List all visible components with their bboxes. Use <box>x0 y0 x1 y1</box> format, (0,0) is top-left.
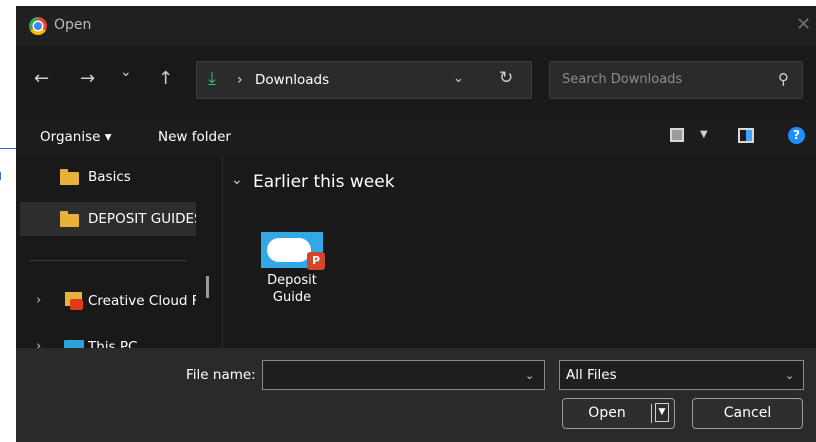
recent-locations-chevron-icon[interactable]: ⌄ <box>120 64 132 80</box>
close-icon[interactable]: ✕ <box>796 14 811 35</box>
sidebar-item-label: Basics <box>88 169 131 185</box>
collapse-group-chevron-icon[interactable]: ⌄ <box>231 172 243 188</box>
breadcrumb-downloads[interactable]: Downloads <box>255 72 329 88</box>
open-button-label: Open <box>588 405 626 421</box>
refresh-icon[interactable]: ↻ <box>499 68 513 88</box>
file-name-input[interactable]: ⌄ <box>262 360 545 390</box>
window-title: Open <box>54 17 92 33</box>
file-list-pane: ⌄ Earlier this week P Deposit Guide <box>222 156 816 348</box>
background-window-edge <box>0 148 16 149</box>
sidebar-divider <box>30 260 186 261</box>
open-button[interactable]: Open ▼ <box>562 398 675 429</box>
folder-icon <box>60 169 79 185</box>
download-icon: ⤓ <box>208 68 216 89</box>
organise-button[interactable]: Organise ▾ <box>40 129 112 145</box>
creative-cloud-folder-icon <box>65 292 83 310</box>
navigation-bar: ← → ⌄ ↑ ⤓ › Downloads ⌄ ↻ Search Downloa… <box>16 46 816 118</box>
file-type-chevron-icon[interactable]: ⌄ <box>785 369 794 382</box>
file-item-deposit-guide[interactable]: P Deposit Guide <box>247 226 337 316</box>
sidebar-scrollbar[interactable] <box>206 276 209 298</box>
navigation-pane: Basics DEPOSIT GUIDES › Creative Cloud F… <box>16 156 222 355</box>
sidebar-item-label: Creative Cloud Files <box>88 293 196 309</box>
address-dropdown-chevron-icon[interactable]: ⌄ <box>453 71 464 86</box>
search-placeholder: Search Downloads <box>562 72 683 87</box>
sidebar-item-basics[interactable]: Basics <box>20 160 196 194</box>
command-bar: Organise ▾ New folder ▼ ? <box>16 118 816 156</box>
sidebar-item-label: DEPOSIT GUIDES <box>88 211 196 227</box>
sidebar-item-creative-cloud-files[interactable]: › Creative Cloud Files <box>20 284 196 318</box>
powerpoint-icon: P <box>261 232 325 270</box>
file-name-label: File name: <box>186 367 256 383</box>
thumbnail-cloud-shape <box>267 238 311 262</box>
background-window-mark <box>0 172 5 180</box>
forward-arrow-icon[interactable]: → <box>80 68 95 89</box>
cancel-button[interactable]: Cancel <box>692 398 803 429</box>
sidebar-item-deposit-guides[interactable]: DEPOSIT GUIDES <box>20 202 196 236</box>
file-name-dropdown-chevron-icon[interactable]: ⌄ <box>525 369 534 382</box>
open-options-dropdown-icon[interactable]: ▼ <box>655 403 669 422</box>
powerpoint-badge: P <box>307 252 325 270</box>
breadcrumb-separator-icon[interactable]: › <box>237 72 243 88</box>
folder-icon <box>60 211 79 227</box>
file-type-select[interactable]: All Files ⌄ <box>559 360 804 390</box>
search-icon[interactable]: ⚲ <box>778 70 789 88</box>
file-name-label: Deposit Guide <box>267 273 317 305</box>
group-header[interactable]: Earlier this week <box>253 172 395 192</box>
up-arrow-icon[interactable]: ↑ <box>158 68 173 89</box>
view-options-chevron-icon[interactable]: ▼ <box>700 129 708 140</box>
chrome-icon <box>29 17 47 35</box>
change-view-icon[interactable] <box>670 128 684 142</box>
file-type-value: All Files <box>566 367 617 383</box>
address-bar[interactable]: ⤓ › Downloads ⌄ ↻ <box>196 61 532 99</box>
search-input[interactable]: Search Downloads ⚲ <box>549 61 803 99</box>
help-icon[interactable]: ? <box>788 127 805 144</box>
preview-pane-icon[interactable] <box>738 128 754 143</box>
split-divider <box>651 404 652 423</box>
open-file-dialog: Open ✕ ← → ⌄ ↑ ⤓ › Downloads ⌄ ↻ Search … <box>16 6 816 442</box>
title-bar: Open ✕ <box>16 6 816 46</box>
dialog-footer: File name: ⌄ All Files ⌄ Open ▼ Cancel <box>16 348 816 442</box>
back-arrow-icon[interactable]: ← <box>34 68 49 89</box>
new-folder-button[interactable]: New folder <box>158 129 231 145</box>
expand-chevron-icon[interactable]: › <box>36 293 41 308</box>
